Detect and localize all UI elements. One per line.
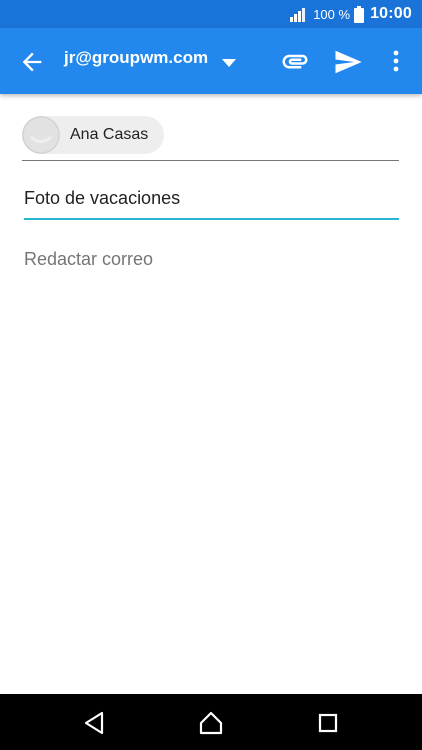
nav-recent-icon[interactable]	[315, 710, 341, 736]
account-email: jr@groupwm.com	[64, 48, 209, 67]
more-vert-icon[interactable]	[386, 46, 406, 76]
dropdown-arrow-icon	[222, 54, 237, 67]
nav-back-icon[interactable]	[82, 710, 108, 736]
arrow-back-icon[interactable]	[18, 48, 46, 76]
recipients-field[interactable]: Ana Casas	[22, 112, 399, 161]
battery-icon	[354, 5, 365, 23]
app-bar: jr@groupwm.com	[0, 28, 422, 94]
battery-percent: 100 %	[313, 6, 351, 22]
signal-icon	[290, 6, 308, 22]
recipient-chip[interactable]: Ana Casas	[22, 116, 165, 154]
status-clock: 10:00	[370, 5, 412, 22]
paperclip-icon[interactable]	[280, 46, 310, 76]
account-selector[interactable]: jr@groupwm.com	[64, 48, 237, 68]
recipient-name: Ana Casas	[70, 126, 149, 143]
body-field[interactable]: Redactar correo	[24, 240, 399, 280]
subject-field[interactable]: Foto de vacaciones	[24, 178, 399, 220]
avatar-icon	[22, 116, 60, 154]
status-bar: 100 % 10:00	[0, 0, 422, 28]
navigation-bar	[0, 694, 422, 750]
nav-home-icon[interactable]	[198, 710, 224, 736]
send-icon[interactable]	[333, 47, 363, 77]
